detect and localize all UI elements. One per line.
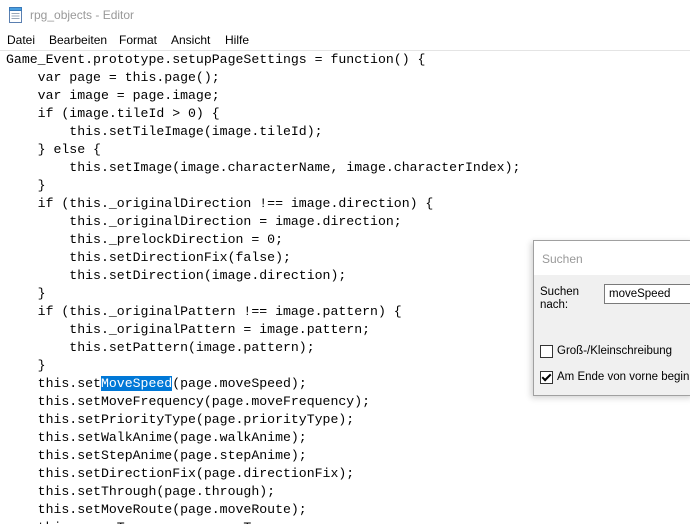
wrap-around-label: Am Ende von vorne beginnen bbox=[557, 371, 690, 383]
match-case-option[interactable]: Groß-/Kleinschreibung bbox=[540, 343, 672, 359]
code-line: } else { bbox=[6, 142, 101, 157]
code-line: Game_Event.prototype.setupPageSettings =… bbox=[6, 52, 426, 67]
code-line: var page = this.page(); bbox=[6, 70, 220, 85]
code-line: if (this._originalDirection !== image.di… bbox=[6, 196, 434, 211]
find-dialog: Suchen Suchen nach: Groß-/Kleinschreibun… bbox=[533, 240, 690, 396]
match-case-checkbox[interactable] bbox=[540, 344, 553, 358]
menu-ansicht[interactable]: Ansicht bbox=[171, 32, 210, 48]
code-line: this.setMoveFrequency(page.moveFrequency… bbox=[6, 394, 371, 409]
code-line: this._originalDirection = image.directio… bbox=[6, 214, 402, 229]
code-line: this._originalPattern = image.pattern; bbox=[6, 322, 371, 337]
code-line: var image = page.image; bbox=[6, 88, 220, 103]
search-input[interactable] bbox=[604, 284, 690, 304]
code-line: this.setTileImage(image.tileId); bbox=[6, 124, 323, 139]
title-bar: rpg_objects - Editor bbox=[0, 0, 690, 30]
menu-hilfe[interactable]: Hilfe bbox=[225, 32, 249, 48]
code-line: this.setWalkAnime(page.walkAnime); bbox=[6, 430, 307, 445]
notepad-icon bbox=[9, 7, 22, 23]
code-line: if (this._originalPattern !== image.patt… bbox=[6, 304, 402, 319]
wrap-around-checkbox[interactable] bbox=[540, 370, 553, 384]
window-title: rpg_objects - Editor bbox=[30, 8, 135, 22]
code-line: this.setDirectionFix(false); bbox=[6, 250, 291, 265]
code-line: } bbox=[6, 286, 46, 301]
code-line: } bbox=[6, 178, 46, 193]
wrap-around-option[interactable]: Am Ende von vorne beginnen bbox=[540, 369, 690, 385]
menu-datei[interactable]: Datei bbox=[7, 32, 35, 48]
code-line: this.setDirection(image.direction); bbox=[6, 268, 347, 283]
code-line: if (image.tileId > 0) { bbox=[6, 106, 220, 121]
code-line: this._moveType = page.moveType; bbox=[6, 519, 283, 524]
code-line: this.setMoveRoute(page.moveRoute); bbox=[6, 502, 307, 517]
code-line: this.setImage(image.characterName, image… bbox=[6, 160, 521, 175]
code-line: this.setThrough(page.through); bbox=[6, 484, 276, 499]
find-dialog-title-bar[interactable]: Suchen bbox=[534, 241, 690, 275]
code-line: this.setStepAnime(page.stepAnime); bbox=[6, 448, 307, 463]
code-line: } bbox=[6, 358, 46, 373]
code-line: this.setPattern(image.pattern); bbox=[6, 340, 315, 355]
search-label: Suchen nach: bbox=[540, 286, 580, 311]
selected-text-highlight: MoveSpeed bbox=[100, 376, 173, 391]
menu-format[interactable]: Format bbox=[119, 32, 157, 48]
code-line: this.setMoveSpeed(page.moveSpeed); bbox=[6, 376, 307, 391]
find-dialog-title: Suchen bbox=[542, 252, 583, 266]
menu-bar: Datei Bearbeiten Format Ansicht Hilfe bbox=[0, 30, 690, 51]
menu-bearbeiten[interactable]: Bearbeiten bbox=[49, 32, 107, 48]
code-line: this.setDirectionFix(page.directionFix); bbox=[6, 466, 355, 481]
code-line: this.setPriorityType(page.priorityType); bbox=[6, 412, 355, 427]
match-case-label: Groß-/Kleinschreibung bbox=[557, 345, 673, 357]
code-line: this._prelockDirection = 0; bbox=[6, 232, 283, 247]
